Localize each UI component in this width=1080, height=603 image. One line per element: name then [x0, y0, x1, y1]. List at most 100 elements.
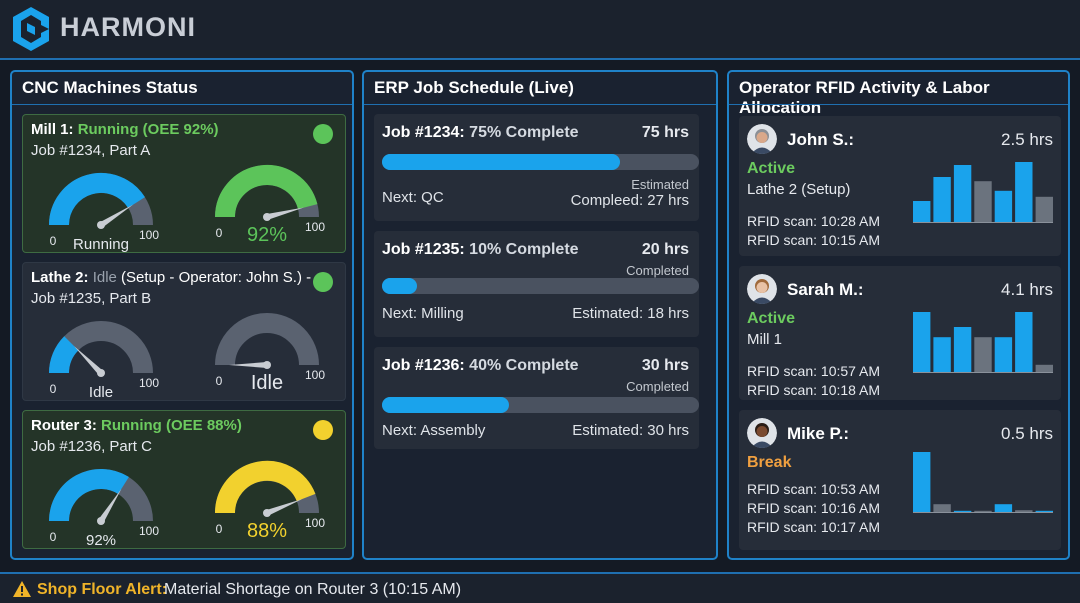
oee-gauge: 0 100 Running	[48, 172, 159, 253]
job-card[interactable]: Job #1235: 10% Complete 20 hrs Completed Ne…	[374, 231, 699, 337]
job-hours-note: Completed	[626, 263, 689, 278]
gauge-min-label: 0	[50, 234, 57, 248]
job-estimate-value: Estimated: 18 hrs	[572, 305, 689, 322]
labor-bar	[1035, 364, 1053, 372]
operator-rfid-panel: Operator RFID Activity & Labor Allocatio…	[727, 70, 1070, 560]
gauge-fill	[215, 165, 318, 218]
gauge-value-label: Idle	[89, 384, 113, 401]
job-progress-bar	[382, 397, 699, 413]
machine-state: Running (OEE 88%)	[101, 417, 242, 434]
panel-title: CNC Machines Status	[22, 78, 198, 97]
machine-card[interactable]: Lathe 2: Idle (Setup - Operator: John S.…	[22, 262, 346, 401]
alert-label: Shop Floor Alert:	[37, 581, 168, 598]
operator-status: Active	[747, 310, 796, 327]
operator-hours: 0.5 hrs	[1001, 424, 1053, 443]
machine-card[interactable]: Mill 1: Running (OEE 92%) Job #1234, Par…	[22, 114, 346, 253]
erp-job-schedule-panel: ERP Job Schedule (Live) Job #1234: 75% C…	[362, 70, 718, 560]
labor-bar	[1015, 510, 1033, 512]
gauge-min-label: 0	[216, 522, 223, 536]
job-title: Job #1236: 40% Complete	[382, 357, 579, 375]
status-indicator-icon	[313, 420, 333, 440]
gauge-max-label: 100	[305, 516, 325, 530]
gauge-hub	[263, 213, 271, 221]
gauge-needle	[266, 207, 304, 220]
job-estimate: Estimated Compleed: 27 hrs	[571, 177, 689, 209]
gauge-fill	[214, 460, 316, 514]
warning-icon	[13, 581, 31, 597]
avatar	[747, 274, 777, 304]
shop-floor-alert-bar[interactable]: Shop Floor Alert: Material Shortage on R…	[0, 572, 1080, 603]
gauge-hub	[263, 509, 271, 517]
panel-title: Operator RFID Activity & Labor Allocatio…	[739, 78, 990, 117]
job-hours: 30 hrs	[641, 357, 689, 374]
job-card[interactable]: Job #1236: 40% Complete 30 hrs Completed Ne…	[374, 347, 699, 449]
labor-allocation-chart	[913, 162, 1053, 223]
gauge-value-label: Running	[73, 236, 129, 253]
gauge-max-label: 100	[305, 368, 325, 382]
job-next-step: Next: Assembly	[382, 422, 486, 439]
labor-bar	[953, 165, 972, 222]
gauge-value-label: 92%	[86, 532, 116, 549]
job-estimate-value: Compleed: 27 hrs	[570, 192, 689, 209]
machine-job: Job #1235, Part B	[31, 290, 152, 307]
job-progress-fill	[382, 154, 620, 170]
machine-card[interactable]: Router 3: Running (OEE 88%) Job #1236, P…	[22, 410, 346, 549]
status-indicator-icon	[313, 272, 333, 292]
job-number: Job #1236:	[382, 357, 465, 374]
gauge-max-label: 100	[139, 524, 159, 538]
labor-bar	[1035, 196, 1053, 222]
panel-title: ERP Job Schedule (Live)	[374, 78, 574, 97]
operator-card[interactable]: Sarah M.: 4.1 hrs Active Mill 1 RFID scan: 1…	[739, 266, 1061, 400]
brand-name: HARMONI	[60, 12, 196, 42]
operator-card[interactable]: John S.: 2.5 hrs Active Lathe 2 (Setup) RFID…	[739, 116, 1061, 256]
job-percent: 75% Complete	[469, 124, 579, 141]
job-next-step: Next: Milling	[382, 305, 464, 322]
gauge-max-label: 100	[305, 220, 325, 234]
labor-bar	[953, 510, 972, 512]
panel-divider	[729, 104, 1068, 105]
gauge-hub	[97, 517, 105, 525]
operator-hours: 2.5 hrs	[1001, 130, 1053, 149]
machine-status-line: Mill 1: Running (OEE 92%)	[31, 121, 321, 138]
labor-bar	[1015, 162, 1033, 222]
job-title: Job #1234: 75% Complete	[382, 124, 579, 142]
oee-gauge: 0 100 92%	[215, 165, 325, 246]
gauge-fill	[49, 336, 79, 374]
cnc-machines-panel: CNC Machines Status Mill 1: Running (OEE…	[10, 70, 354, 560]
oee-gauge: 0 100 88%	[214, 460, 325, 542]
job-percent: 10% Complete	[469, 241, 579, 258]
harmoni-logo-icon	[13, 7, 49, 51]
operator-card[interactable]: Mike P.: 0.5 hrs Break RFID scan: 10:53 AM R…	[739, 410, 1061, 550]
job-progress-fill	[382, 397, 509, 413]
rfid-scan-entry: RFID scan: 10:53 AM	[747, 481, 881, 497]
labor-bar	[913, 452, 931, 512]
oee-gauge: 0 100 92%	[49, 469, 159, 549]
oee-gauge: 0 100 Idle	[49, 321, 159, 401]
machine-state: Running (OEE 92%)	[77, 121, 219, 138]
job-title: Job #1235: 10% Complete	[382, 241, 579, 259]
panel-divider	[364, 104, 716, 105]
job-hours: 75 hrs	[641, 124, 689, 141]
machine-setup-note: (Setup - Operator: John S.) -	[121, 269, 312, 286]
machine-state: Idle	[92, 269, 117, 286]
avatar	[747, 124, 777, 154]
top-bar: HARMONI	[0, 0, 1080, 60]
rfid-scan-entry: RFID scan: 10:17 AM	[747, 519, 881, 535]
job-card[interactable]: Job #1234: 75% Complete 75 hrs Next: QC Est…	[374, 114, 699, 221]
gauge-min-label: 0	[50, 530, 57, 544]
labor-allocation-chart	[913, 312, 1053, 373]
rfid-scan-entry: RFID scan: 10:16 AM	[747, 500, 881, 516]
gauge-max-label: 100	[139, 228, 159, 242]
operator-name: Mike P.:	[787, 424, 850, 443]
labor-bar	[974, 510, 992, 512]
gauge-max-label: 100	[139, 376, 159, 390]
operator-location: Mill 1	[747, 331, 783, 348]
job-number: Job #1235:	[382, 241, 465, 258]
job-next-step: Next: QC	[382, 189, 444, 206]
gauge-track	[215, 313, 319, 366]
labor-bar	[974, 337, 992, 372]
panel-divider	[12, 104, 352, 105]
operator-location: Lathe 2 (Setup)	[747, 181, 851, 198]
labor-bar	[913, 201, 931, 222]
machine-name: Mill 1:	[31, 121, 74, 138]
